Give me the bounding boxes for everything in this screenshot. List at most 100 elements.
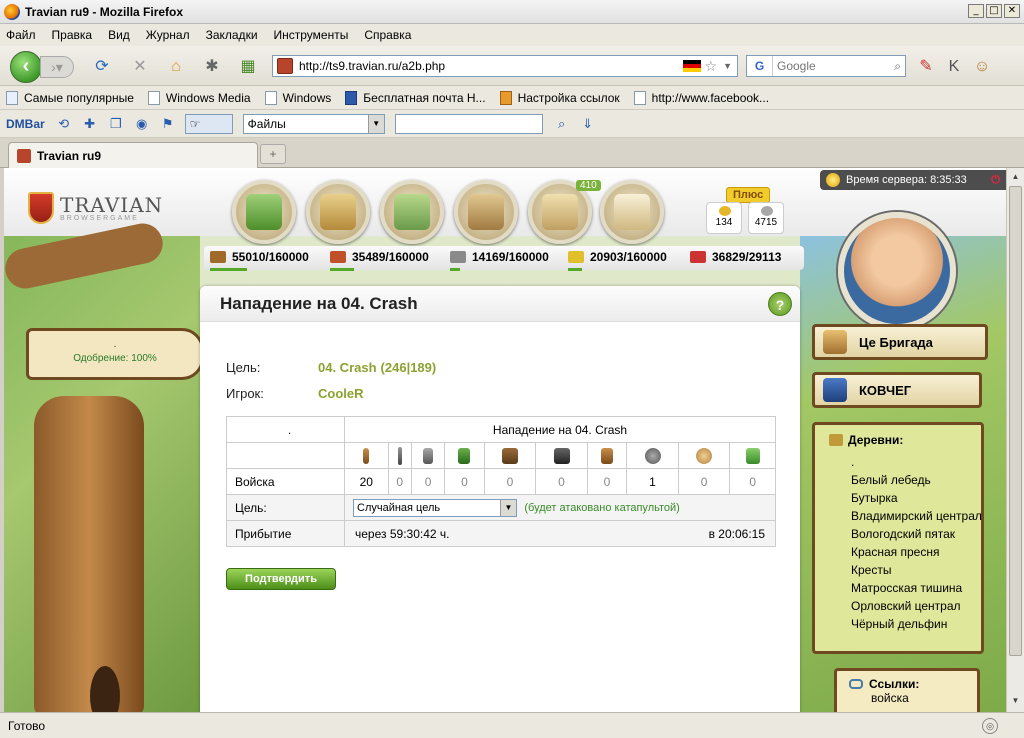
bookmark-customize-links[interactable]: Настройка ссылок — [499, 90, 620, 105]
resource-iron: 14169/160000 — [450, 250, 549, 271]
menu-file[interactable]: Файл — [6, 28, 36, 42]
map-button[interactable] — [380, 180, 444, 244]
menu-edit[interactable]: Правка — [52, 28, 93, 42]
reload-icon[interactable]: ⟳ — [92, 57, 112, 77]
gold-count[interactable]: 134 — [706, 202, 742, 234]
village-item[interactable]: Чёрный дельфин — [851, 615, 983, 633]
sun-icon — [826, 173, 840, 187]
travian-logo[interactable]: TRAVIAN BROWSERGAME — [28, 192, 163, 224]
bookmark-windows[interactable]: Windows — [264, 90, 331, 105]
spearman-icon — [397, 446, 402, 465]
shield-icon — [823, 378, 847, 402]
windows-icon[interactable]: ❐ — [107, 115, 125, 133]
village-overview-button[interactable] — [232, 180, 296, 244]
statistics-button[interactable] — [454, 180, 518, 244]
dm-toolbar: DMBar ⟲ ✚ ❐ ◉ ⚑ ☞ Файлы ▼ ⌕ ⇓ — [0, 110, 1024, 138]
village-item[interactable]: Матросская тишина — [851, 579, 983, 597]
k-icon[interactable]: K — [944, 57, 964, 77]
settler-icon — [745, 447, 760, 464]
bookmark-star-icon[interactable]: ☆ — [705, 58, 718, 75]
add-icon[interactable]: ✚ — [81, 115, 99, 133]
link-item[interactable]: войска — [849, 691, 977, 705]
scroll-up-icon[interactable]: ▲ — [1009, 170, 1022, 184]
bookmark-most-visited[interactable]: Самые популярные — [6, 90, 134, 105]
url-bar[interactable]: http://ts9.travian.ru/a2b.php ☆ ▼ — [272, 55, 738, 77]
village-item[interactable]: Орловский централ — [851, 597, 983, 615]
troop-count: 0 — [444, 468, 485, 495]
close-button[interactable]: ✕ — [1004, 4, 1020, 18]
village-item[interactable]: Бутырка — [851, 489, 983, 507]
teutonic-knight-icon — [553, 447, 570, 464]
player-link[interactable]: CooleR — [318, 386, 364, 401]
tree-icon — [246, 194, 282, 230]
arrival-time: в 20:06:15 — [708, 526, 765, 541]
village-item[interactable]: Вологодский пятак — [851, 525, 983, 543]
search-bar[interactable]: G ⌕ — [746, 55, 906, 77]
url-dropdown-icon[interactable]: ▼ — [723, 61, 732, 71]
menu-bookmarks[interactable]: Закладки — [206, 28, 258, 42]
bookmark-facebook[interactable]: http://www.facebook... — [633, 90, 769, 105]
village-item[interactable]: Белый лебедь — [851, 471, 983, 489]
status-text: Готово — [8, 718, 46, 733]
search-icon[interactable]: ⌕ — [894, 59, 901, 74]
grid-icon[interactable]: ▦ — [238, 57, 258, 77]
stop-icon[interactable]: ✕ — [130, 57, 150, 77]
download-arrow-icon[interactable]: ⇓ — [579, 115, 597, 133]
back-button[interactable]: ‹ — [10, 51, 42, 83]
player-avatar[interactable] — [838, 212, 956, 330]
catapult-target-select[interactable]: Случайная цель ▼ — [353, 498, 517, 517]
files-select[interactable]: Файлы ▼ — [242, 113, 385, 134]
village-item[interactable]: Красная пресня — [851, 543, 983, 561]
village-item[interactable]: Владимирский централ — [851, 507, 983, 525]
silver-count[interactable]: 4715 — [748, 202, 784, 234]
search-go-icon[interactable]: ⌕ — [553, 115, 571, 133]
status-addon-icon[interactable]: ◎ — [982, 717, 998, 734]
firefox-icon — [4, 3, 20, 20]
village-item[interactable]: Кресты — [851, 561, 983, 579]
target-village-link[interactable]: 04. Crash — [318, 360, 377, 375]
forward-button[interactable]: ›▾ — [40, 56, 74, 78]
confirm-button[interactable]: Подтвердить — [226, 568, 336, 590]
globe-icon[interactable]: ◉ — [133, 115, 151, 133]
menu-view[interactable]: Вид — [108, 28, 130, 42]
village-sign[interactable]: КОВЧЕГ — [812, 372, 982, 408]
village-item[interactable]: . — [851, 453, 983, 471]
hand-tool[interactable]: ☞ — [184, 113, 233, 134]
google-icon[interactable]: G — [747, 56, 773, 76]
crop-fill-bar — [568, 268, 582, 271]
bookmark-windows-media[interactable]: Windows Media — [147, 90, 251, 105]
village-center-button[interactable] — [306, 180, 370, 244]
tab-travian[interactable]: Travian ru9 — [8, 142, 258, 168]
messages-button[interactable] — [600, 180, 664, 244]
scroll-down-icon[interactable]: ▼ — [1009, 694, 1022, 708]
menu-help[interactable]: Справка — [364, 28, 411, 42]
page-scrollbar[interactable]: ▲ ▼ — [1006, 168, 1024, 712]
minimize-button[interactable]: _ — [968, 4, 984, 18]
target-coords[interactable]: (246|189) — [381, 360, 437, 375]
menu-history[interactable]: Журнал — [146, 28, 190, 42]
building-icon — [320, 194, 356, 230]
new-tab-button[interactable]: + — [260, 144, 286, 164]
menu-tools[interactable]: Инструменты — [274, 28, 349, 42]
home-icon[interactable]: ⌂ — [166, 57, 186, 77]
arrival-duration: через 59:30:42 ч. — [355, 526, 450, 541]
addon-icon[interactable]: ✱ — [202, 57, 222, 77]
dm-search-input[interactable] — [394, 113, 543, 134]
download-icon[interactable]: ⚑ — [159, 115, 177, 133]
monkey-icon[interactable]: ☺ — [972, 57, 992, 77]
alliance-sign[interactable]: Це Бригада — [812, 324, 988, 360]
scroll-thumb[interactable] — [1009, 186, 1022, 656]
maximize-button[interactable]: □ — [986, 4, 1002, 18]
logout-icon[interactable]: ⏻ — [991, 174, 1000, 187]
bookmarks-bar: Самые популярные Windows Media Windows Б… — [0, 86, 1024, 110]
plus-button[interactable]: Плюс — [726, 187, 771, 203]
help-button[interactable]: ? — [768, 292, 792, 316]
approval-sign: . Одобрение: 100% — [26, 328, 204, 380]
troop-count: 0 — [483, 468, 537, 495]
block-icon[interactable]: ✎ — [916, 57, 936, 77]
search-input[interactable] — [773, 59, 873, 73]
bookmark-free-mail[interactable]: Бесплатная почта Н... — [345, 90, 486, 105]
target-info: Цель: 04. Crash (246|189) Игрок: CooleR — [226, 354, 436, 406]
refresh-icon[interactable]: ⟲ — [55, 115, 73, 133]
catapult-note: (будет атаковано катапультой) — [524, 501, 680, 514]
